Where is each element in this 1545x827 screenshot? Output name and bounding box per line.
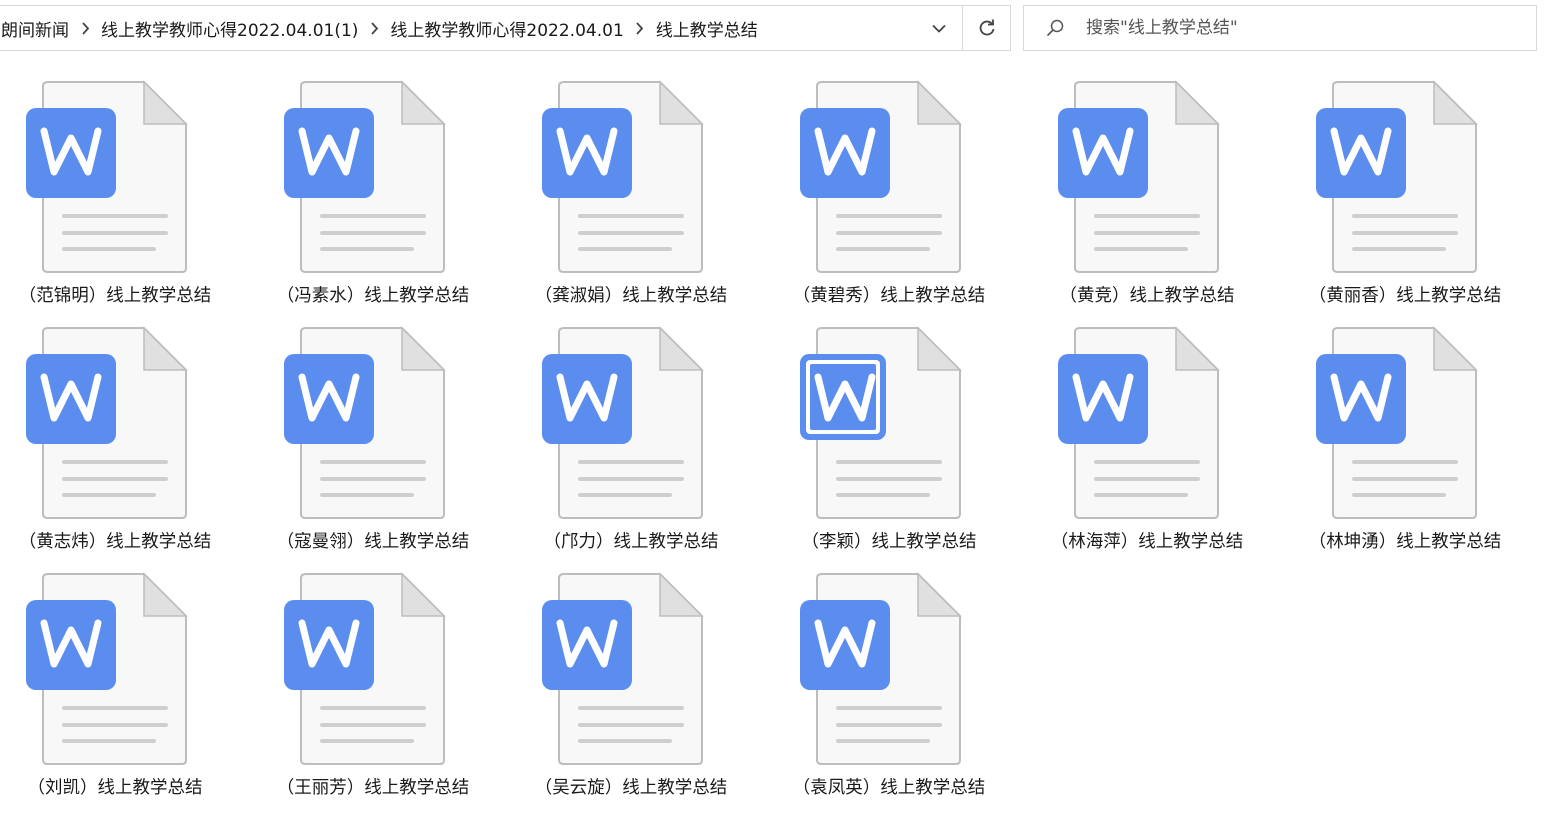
- file-item[interactable]: （黄志炜）线上教学总结: [0, 246, 258, 552]
- file-item[interactable]: （吴云旋）线上教学总结: [516, 492, 774, 798]
- word-document-icon: [540, 80, 704, 274]
- file-item[interactable]: （冯素水）线上教学总结: [258, 0, 516, 306]
- file-name: （袁凤英）线上教学总结: [792, 778, 986, 798]
- word-document-icon: [540, 326, 704, 520]
- file-item[interactable]: （寇曼翎）线上教学总结: [258, 246, 516, 552]
- word-document-icon: [24, 572, 188, 766]
- file-item[interactable]: （刘凯）线上教学总结: [0, 492, 258, 798]
- file-item[interactable]: （李颖）线上教学总结: [774, 246, 1032, 552]
- word-document-icon: [24, 80, 188, 274]
- word-document-icon: [798, 572, 962, 766]
- file-item[interactable]: （邝力）线上教学总结: [516, 246, 774, 552]
- word-document-icon: [24, 326, 188, 520]
- file-name: （刘凯）线上教学总结: [27, 778, 203, 798]
- word-document-icon: [1056, 326, 1220, 520]
- file-item[interactable]: （林海萍）线上教学总结: [1032, 246, 1290, 552]
- file-grid: （范锦明）线上教学总结 （冯素水）线上教学总结 （龚淑娟）线上教学总结 （黄碧秀…: [0, 0, 1545, 827]
- file-name: （王丽芳）线上教学总结: [276, 778, 470, 798]
- word-document-icon: [1314, 80, 1478, 274]
- file-item[interactable]: （王丽芳）线上教学总结: [258, 492, 516, 798]
- word-document-icon: [282, 80, 446, 274]
- file-item[interactable]: （袁凤英）线上教学总结: [774, 492, 1032, 798]
- word-document-icon: [282, 326, 446, 520]
- file-item[interactable]: （黄竞）线上教学总结: [1032, 0, 1290, 306]
- file-name: （吴云旋）线上教学总结: [534, 778, 728, 798]
- file-item[interactable]: （林坤湧）线上教学总结: [1290, 246, 1545, 552]
- file-name: （林海萍）线上教学总结: [1050, 532, 1244, 552]
- word-document-icon: [798, 326, 962, 520]
- word-document-icon: [1314, 326, 1478, 520]
- file-item[interactable]: （黄丽香）线上教学总结: [1290, 0, 1545, 306]
- file-item[interactable]: （黄碧秀）线上教学总结: [774, 0, 1032, 306]
- file-item[interactable]: （龚淑娟）线上教学总结: [516, 0, 774, 306]
- word-document-icon: [1056, 80, 1220, 274]
- word-document-icon: [798, 80, 962, 274]
- file-name: （林坤湧）线上教学总结: [1308, 532, 1502, 552]
- word-document-icon: [282, 572, 446, 766]
- file-item[interactable]: （范锦明）线上教学总结: [0, 0, 258, 306]
- word-document-icon: [540, 572, 704, 766]
